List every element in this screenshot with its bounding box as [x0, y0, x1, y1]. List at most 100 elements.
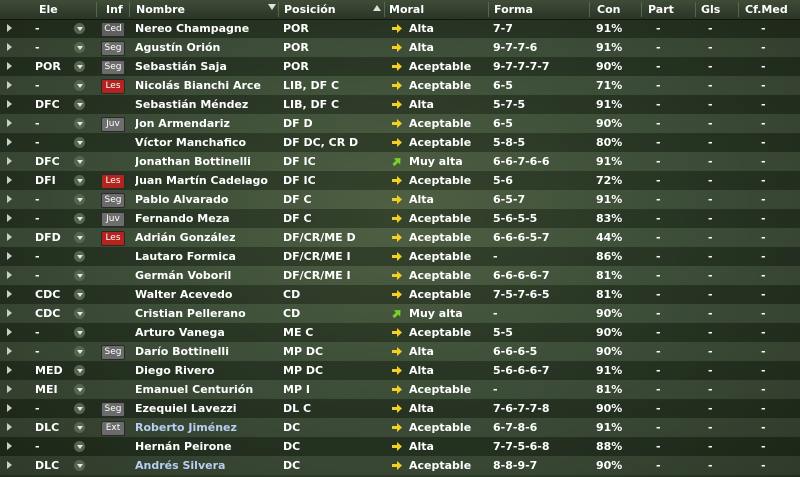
sort-ascending-icon[interactable]: [373, 5, 381, 11]
player-name[interactable]: Adrián González: [135, 228, 280, 247]
player-name[interactable]: Roberto Jiménez: [135, 418, 280, 437]
column-divider[interactable]: [96, 2, 97, 17]
expand-row-icon[interactable]: [7, 24, 12, 32]
chevron-down-icon[interactable]: [74, 460, 85, 471]
player-name[interactable]: Darío Bottinelli: [135, 342, 280, 361]
table-row[interactable]: - Hernán Peirone DC Alta 7-7-5-6-8 88% -…: [0, 437, 800, 456]
expand-row-icon[interactable]: [7, 271, 12, 279]
expand-row-icon[interactable]: [7, 62, 12, 70]
expand-row-icon[interactable]: [7, 385, 12, 393]
expand-row-icon[interactable]: [7, 176, 12, 184]
table-row[interactable]: CDC Cristian Pellerano CD Muy alta - 90%…: [0, 304, 800, 323]
table-row[interactable]: - Lautaro Formica DF/CR/ME I Aceptable -…: [0, 247, 800, 266]
player-name[interactable]: Agustín Orión: [135, 38, 280, 57]
expand-row-icon[interactable]: [7, 195, 12, 203]
column-ele[interactable]: Ele: [39, 0, 58, 19]
expand-row-icon[interactable]: [7, 252, 12, 260]
player-name[interactable]: Sebastián Saja: [135, 57, 280, 76]
table-row[interactable]: - Seg Darío Bottinelli MP DC Alta 6-6-6-…: [0, 342, 800, 361]
player-name[interactable]: Lautaro Formica: [135, 247, 280, 266]
table-row[interactable]: DFD Les Adrián González DF/CR/ME D Acept…: [0, 228, 800, 247]
chevron-down-icon[interactable]: [74, 61, 85, 72]
table-row[interactable]: DFI Les Juan Martín Cadelago DF IC Acept…: [0, 171, 800, 190]
expand-row-icon[interactable]: [7, 442, 12, 450]
table-row[interactable]: DFC Jonathan Bottinelli DF IC Muy alta 6…: [0, 152, 800, 171]
chevron-down-icon[interactable]: [74, 118, 85, 129]
expand-row-icon[interactable]: [7, 290, 12, 298]
player-name[interactable]: Hernán Peirone: [135, 437, 280, 456]
expand-row-icon[interactable]: [7, 233, 12, 241]
player-name[interactable]: Fernando Meza: [135, 209, 280, 228]
chevron-down-icon[interactable]: [74, 422, 85, 433]
expand-row-icon[interactable]: [7, 347, 12, 355]
expand-row-icon[interactable]: [7, 366, 12, 374]
table-row[interactable]: - Seg Agustín Orión POR Alta 9-7-7-6 91%…: [0, 38, 800, 57]
table-row[interactable]: - Víctor Manchafico DF DC, CR D Aceptabl…: [0, 133, 800, 152]
chevron-down-icon[interactable]: [74, 308, 85, 319]
expand-row-icon[interactable]: [7, 214, 12, 222]
chevron-down-icon[interactable]: [74, 251, 85, 262]
player-name[interactable]: Germán Voboril: [135, 266, 280, 285]
column-divider[interactable]: [738, 2, 739, 17]
player-name[interactable]: Sebastián Méndez: [135, 95, 280, 114]
table-row[interactable]: - Seg Pablo Alvarado DF C Alta 6-5-7 91%…: [0, 190, 800, 209]
table-row[interactable]: DFC Sebastián Méndez LIB, DF C Alta 5-7-…: [0, 95, 800, 114]
column-forma[interactable]: Forma: [494, 0, 533, 19]
chevron-down-icon[interactable]: [74, 137, 85, 148]
chevron-down-icon[interactable]: [74, 403, 85, 414]
chevron-down-icon[interactable]: [74, 156, 85, 167]
expand-row-icon[interactable]: [7, 423, 12, 431]
column-divider[interactable]: [589, 2, 590, 17]
chevron-down-icon[interactable]: [74, 23, 85, 34]
column-moral[interactable]: Moral: [389, 0, 424, 19]
player-name[interactable]: Cristian Pellerano: [135, 304, 280, 323]
expand-row-icon[interactable]: [7, 404, 12, 412]
table-row[interactable]: CDC Walter Acevedo CD Aceptable 7-5-7-6-…: [0, 285, 800, 304]
table-row[interactable]: - Seg Ezequiel Lavezzi DL C Alta 7-6-7-7…: [0, 399, 800, 418]
table-row[interactable]: MED Diego Rivero MP DC Alta 5-6-6-6-7 91…: [0, 361, 800, 380]
chevron-down-icon[interactable]: [74, 384, 85, 395]
table-row[interactable]: - Juv Fernando Meza DF C Aceptable 5-6-5…: [0, 209, 800, 228]
expand-row-icon[interactable]: [7, 43, 12, 51]
table-row[interactable]: - Ced Nereo Champagne POR Alta 7-7 91% -…: [0, 19, 800, 38]
chevron-down-icon[interactable]: [74, 42, 85, 53]
chevron-down-icon[interactable]: [74, 365, 85, 376]
column-con[interactable]: Con: [597, 0, 620, 19]
table-row[interactable]: DLC Ext Roberto Jiménez DC Aceptable 6-7…: [0, 418, 800, 437]
player-name[interactable]: Diego Rivero: [135, 361, 280, 380]
chevron-down-icon[interactable]: [74, 346, 85, 357]
table-row[interactable]: - Juv Jon Armendariz DF D Aceptable 6-5 …: [0, 114, 800, 133]
player-name[interactable]: Andrés Silvera: [135, 456, 280, 475]
column-divider[interactable]: [488, 2, 489, 17]
player-name[interactable]: Emanuel Centurión: [135, 380, 280, 399]
player-name[interactable]: Walter Acevedo: [135, 285, 280, 304]
chevron-down-icon[interactable]: [74, 99, 85, 110]
column-cfmed[interactable]: Cf.Med: [745, 0, 788, 19]
chevron-down-icon[interactable]: [74, 194, 85, 205]
table-row[interactable]: - Arturo Vanega ME C Aceptable 5-5 90% -…: [0, 323, 800, 342]
player-name[interactable]: Nereo Champagne: [135, 19, 280, 38]
chevron-down-icon[interactable]: [74, 213, 85, 224]
player-name[interactable]: Jon Armendariz: [135, 114, 280, 133]
player-name[interactable]: Jonathan Bottinelli: [135, 152, 280, 171]
chevron-down-icon[interactable]: [74, 270, 85, 281]
player-name[interactable]: Nicolás Bianchi Arce: [135, 76, 280, 95]
player-name[interactable]: Pablo Alvarado: [135, 190, 280, 209]
column-divider[interactable]: [278, 2, 279, 17]
expand-row-icon[interactable]: [7, 100, 12, 108]
expand-row-icon[interactable]: [7, 138, 12, 146]
expand-row-icon[interactable]: [7, 461, 12, 469]
chevron-down-icon[interactable]: [268, 4, 276, 10]
table-row[interactable]: MEI Emanuel Centurión MP I Aceptable - 8…: [0, 380, 800, 399]
chevron-down-icon[interactable]: [74, 441, 85, 452]
expand-row-icon[interactable]: [7, 119, 12, 127]
chevron-down-icon[interactable]: [74, 175, 85, 186]
player-name[interactable]: Ezequiel Lavezzi: [135, 399, 280, 418]
column-part[interactable]: Part: [648, 0, 674, 19]
column-gls[interactable]: Gls: [701, 0, 720, 19]
table-row[interactable]: - Germán Voboril DF/CR/ME I Aceptable 6-…: [0, 266, 800, 285]
expand-row-icon[interactable]: [7, 81, 12, 89]
player-name[interactable]: Arturo Vanega: [135, 323, 280, 342]
column-inf[interactable]: Inf: [106, 0, 123, 19]
table-row[interactable]: DLC Andrés Silvera DC Aceptable 8-8-9-7 …: [0, 456, 800, 475]
